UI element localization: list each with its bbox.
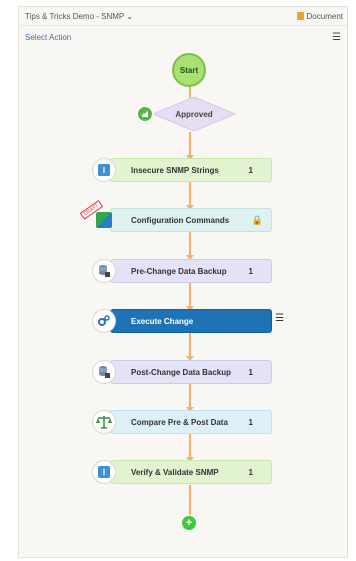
add-step-icon[interactable]: + xyxy=(182,516,196,530)
step-label: Pre-Change Data Backup xyxy=(131,266,227,276)
scale-icon xyxy=(92,410,116,434)
step-pre-change-data-backup[interactable]: Pre-Change Data Backup 1 xyxy=(110,259,272,283)
connector xyxy=(189,232,191,256)
node-menu-icon[interactable]: ☰ xyxy=(275,313,284,324)
step-count: 1 xyxy=(248,467,253,477)
lock-icon: 🔒 xyxy=(251,214,263,225)
step-label: Compare Pre & Post Data xyxy=(131,417,228,427)
step-count: 1 xyxy=(248,165,253,175)
step-label: Execute Change xyxy=(131,316,194,326)
step-count: 1 xyxy=(248,417,253,427)
connector xyxy=(189,283,191,307)
decision-node-approved[interactable]: Approved xyxy=(152,96,236,132)
connector xyxy=(189,485,191,515)
select-action-link[interactable]: Select Action xyxy=(25,33,71,42)
step-label: Post-Change Data Backup xyxy=(131,367,232,377)
connector xyxy=(189,333,191,357)
title-bar: Tips & Tricks Demo - SNMP ⌄ Document xyxy=(19,7,347,25)
step-verify-validate-snmp[interactable]: Verify & Validate SNMP 1 xyxy=(110,460,272,484)
step-post-change-data-backup[interactable]: Post-Change Data Backup 1 xyxy=(110,360,272,384)
document-icon xyxy=(296,12,304,20)
step-configuration-commands[interactable]: Configuration Commands 🔒 xyxy=(110,208,272,232)
gears-icon xyxy=(92,309,116,333)
step-execute-change[interactable]: Execute Change xyxy=(110,309,272,333)
step-label: Configuration Commands xyxy=(131,215,230,225)
step-count: 1 xyxy=(248,266,253,276)
workflow-title-dropdown[interactable]: Tips & Tricks Demo - SNMP ⌄ xyxy=(25,12,133,21)
step-compare-pre-post-data[interactable]: Compare Pre & Post Data 1 xyxy=(110,410,272,434)
action-bar: Select Action ☰ xyxy=(19,29,347,45)
connector xyxy=(189,182,191,206)
connector xyxy=(189,384,191,408)
approval-status-icon xyxy=(136,105,154,123)
step-count: 1 xyxy=(248,367,253,377)
database-icon xyxy=(92,259,116,283)
document-label: Document xyxy=(306,11,343,21)
info-icon: I xyxy=(92,158,116,182)
hamburger-menu-icon[interactable]: ☰ xyxy=(332,32,341,43)
database-icon xyxy=(92,360,116,384)
info-icon: I xyxy=(92,460,116,484)
step-insecure-snmp-strings[interactable]: Insecure SNMP Strings 1 xyxy=(110,158,272,182)
start-node[interactable]: Start xyxy=(172,53,206,87)
connector xyxy=(189,434,191,458)
decision-label: Approved xyxy=(175,109,213,119)
document-button[interactable]: Document xyxy=(296,11,343,21)
workflow-title: Tips & Tricks Demo - SNMP xyxy=(25,11,125,21)
connector xyxy=(189,132,191,156)
chevron-down-icon: ⌄ xyxy=(126,11,133,21)
step-label: Verify & Validate SNMP xyxy=(131,467,219,477)
divider xyxy=(19,25,347,26)
step-label: Insecure SNMP Strings xyxy=(131,165,219,175)
